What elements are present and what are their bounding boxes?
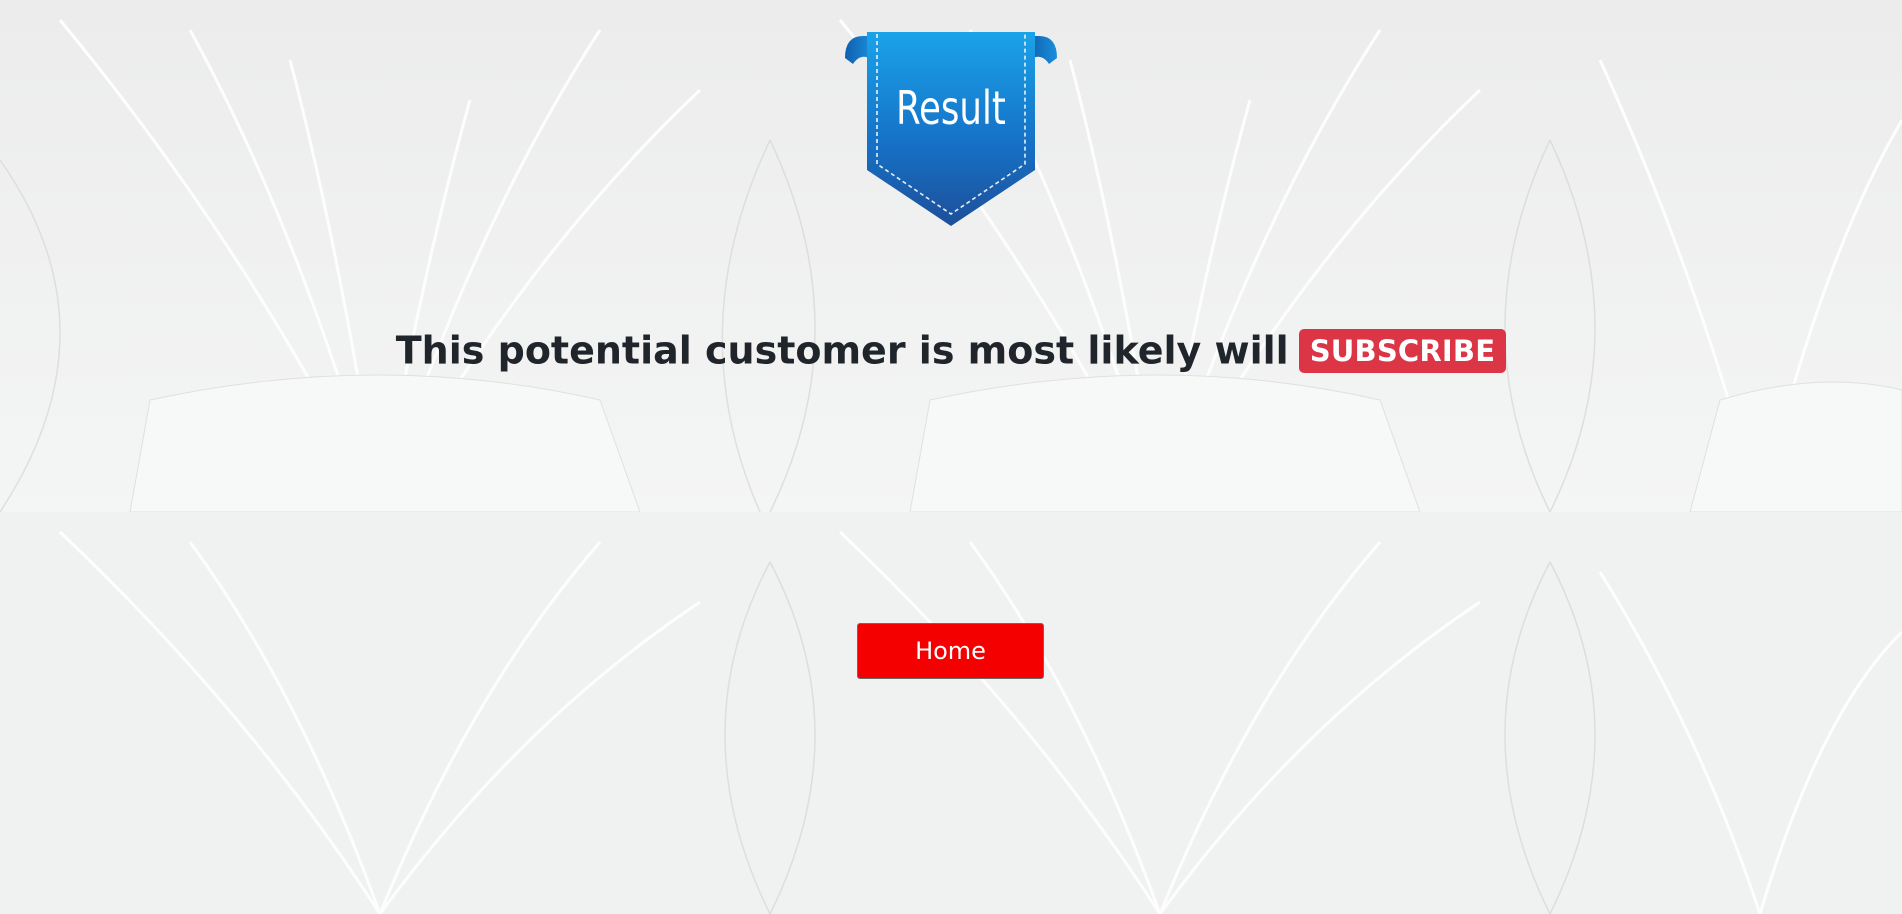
ribbon-label: Result (896, 82, 1006, 136)
prediction-text: This potential customer is most likely w… (395, 328, 1289, 373)
prediction-badge: SUBSCRIBE (1298, 328, 1507, 373)
prediction-result: This potential customer is most likely w… (0, 322, 1902, 377)
result-ribbon: Result (845, 32, 1057, 226)
background-pattern-lower (0, 512, 1902, 914)
result-page: Result This potential customer is most l… (0, 0, 1902, 914)
home-button[interactable]: Home (857, 623, 1044, 679)
